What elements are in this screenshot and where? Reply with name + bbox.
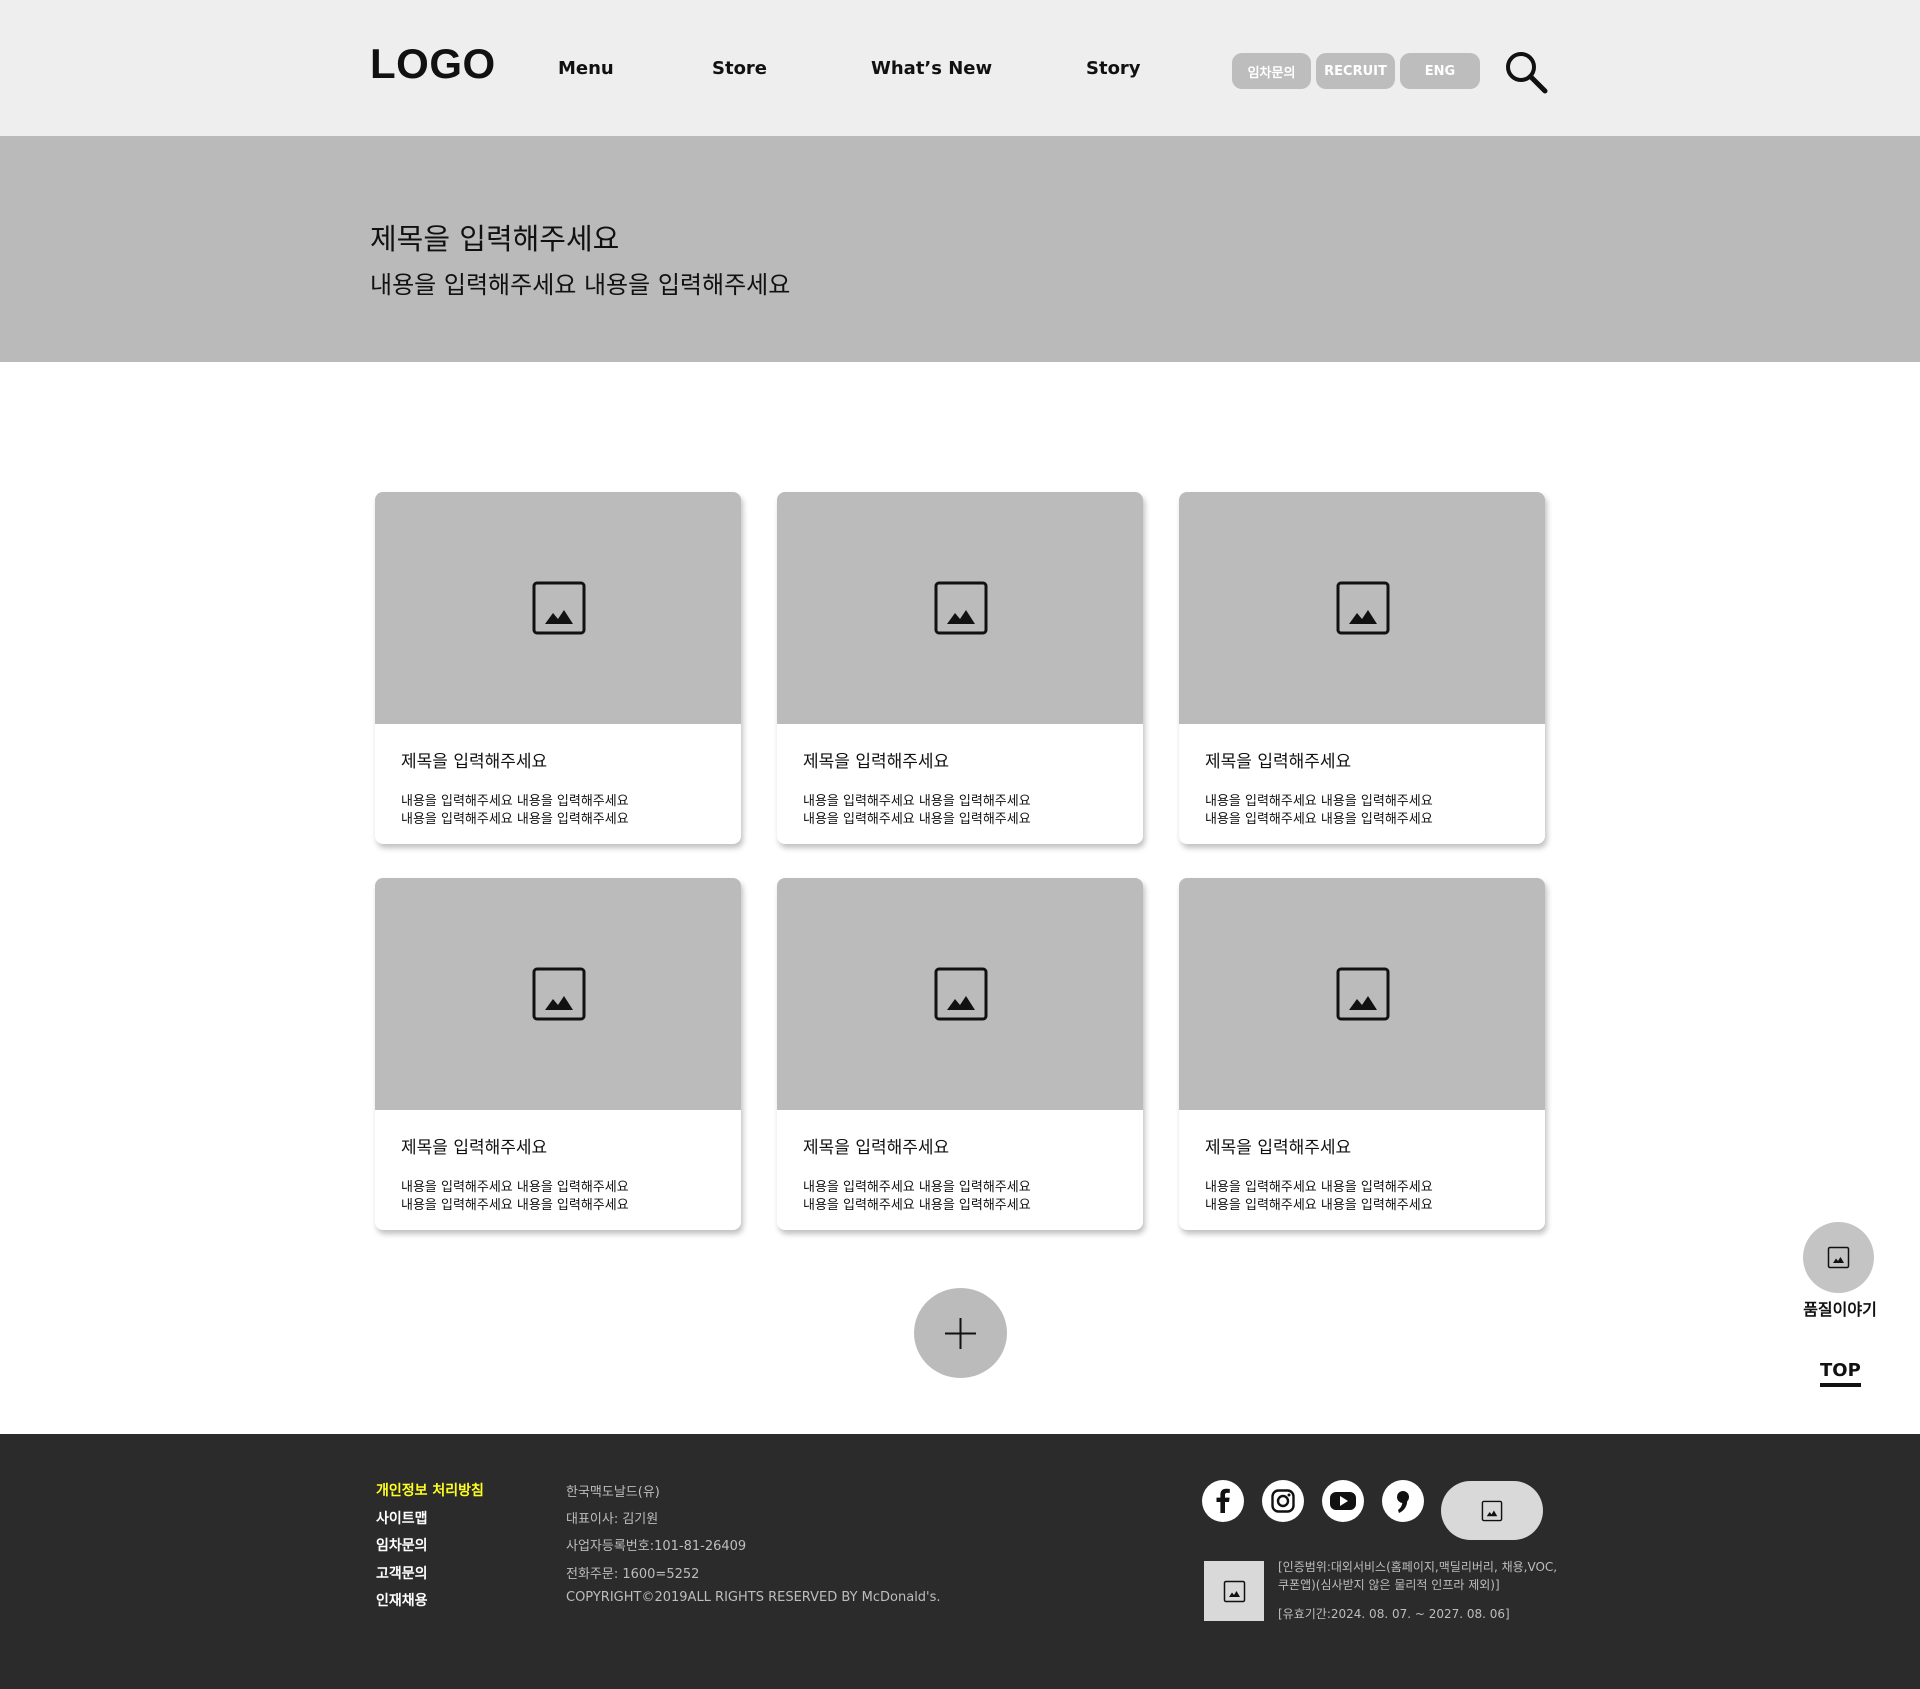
certification-badge-button[interactable] bbox=[1441, 1481, 1543, 1540]
content-card[interactable]: 제목을 입력해주세요 내용을 입력해주세요 내용을 입력해주세요 내용을 입력해주… bbox=[375, 878, 741, 1230]
youtube-icon[interactable] bbox=[1322, 1480, 1364, 1522]
content-card[interactable]: 제목을 입력해주세요 내용을 입력해주세요 내용을 입력해주세요 내용을 입력해주… bbox=[1179, 878, 1545, 1230]
nav-item-menu[interactable]: Menu bbox=[558, 58, 614, 79]
card-title: 제목을 입력해주세요 bbox=[401, 752, 548, 772]
nav-item-store[interactable]: Store bbox=[712, 58, 767, 79]
card-image-placeholder bbox=[777, 878, 1143, 1110]
card-title: 제목을 입력해주세요 bbox=[803, 752, 950, 772]
image-icon bbox=[1827, 1246, 1850, 1269]
company-name: 한국맥도날드(유) bbox=[566, 1485, 660, 1500]
search-icon[interactable] bbox=[1504, 50, 1548, 94]
image-icon bbox=[532, 581, 586, 635]
card-image-placeholder bbox=[375, 878, 741, 1110]
certification-scope-line2: 쿠폰앱)(심사받지 않은 물리적 인프라 제외)] bbox=[1278, 1578, 1500, 1592]
card-description: 내용을 입력해주세요 내용을 입력해주세요 내용을 입력해주세요 내용을 입력해주… bbox=[803, 794, 1031, 827]
footer-link-privacy[interactable]: 개인정보 처리방침 bbox=[376, 1480, 484, 1500]
quality-story-label[interactable]: 품질이야기 bbox=[1790, 1296, 1890, 1320]
lease-inquiry-button[interactable]: 임차문의 bbox=[1232, 53, 1311, 89]
image-icon bbox=[1336, 967, 1390, 1021]
image-icon bbox=[1336, 581, 1390, 635]
card-description: 내용을 입력해주세요 내용을 입력해주세요 내용을 입력해주세요 내용을 입력해주… bbox=[803, 1180, 1031, 1213]
image-icon bbox=[532, 967, 586, 1021]
business-number: 사업자등록번호:101-81-26409 bbox=[566, 1539, 747, 1554]
card-description: 내용을 입력해주세요 내용을 입력해주세요 내용을 입력해주세요 내용을 입력해주… bbox=[1205, 794, 1433, 827]
quality-story-button[interactable] bbox=[1803, 1222, 1874, 1293]
image-icon bbox=[1223, 1580, 1245, 1602]
card-description: 내용을 입력해주세요 내용을 입력해주세요 내용을 입력해주세요 내용을 입력해주… bbox=[401, 794, 629, 827]
card-title: 제목을 입력해주세요 bbox=[803, 1138, 950, 1158]
phone-order: 전화주문: 1600=5252 bbox=[566, 1567, 700, 1582]
image-icon bbox=[934, 967, 988, 1021]
card-title: 제목을 입력해주세요 bbox=[1205, 752, 1352, 772]
card-description: 내용을 입력해주세요 내용을 입력해주세요 내용을 입력해주세요 내용을 입력해주… bbox=[401, 1180, 629, 1213]
load-more-button[interactable] bbox=[914, 1288, 1007, 1378]
card-image-placeholder bbox=[1179, 492, 1545, 724]
card-image-placeholder bbox=[375, 492, 741, 724]
instagram-icon[interactable] bbox=[1262, 1480, 1304, 1522]
hero-subtitle: 내용을 입력해주세요 내용을 입력해주세요 bbox=[370, 271, 791, 299]
logo[interactable]: LOGO bbox=[370, 40, 496, 88]
facebook-icon[interactable] bbox=[1202, 1480, 1244, 1522]
plus-icon bbox=[945, 1318, 976, 1349]
site-footer: 개인정보 처리방침 사이트맵 임차문의 고객문의 인재채용 한국맥도날드(유) … bbox=[0, 1434, 1920, 1689]
scroll-top-button[interactable]: TOP bbox=[1820, 1360, 1861, 1387]
footer-link-recruit[interactable]: 인재채용 bbox=[376, 1590, 428, 1610]
certification-mark bbox=[1204, 1561, 1264, 1621]
site-header: LOGO Menu Store What’s New Story 임차문의 RE… bbox=[0, 0, 1920, 136]
certification-period: [유효기간:2024. 08. 07. ~ 2027. 08. 06] bbox=[1278, 1607, 1510, 1621]
footer-link-lease-inquiry[interactable]: 임차문의 bbox=[376, 1535, 428, 1555]
card-image-placeholder bbox=[1179, 878, 1545, 1110]
card-description: 내용을 입력해주세요 내용을 입력해주세요 내용을 입력해주세요 내용을 입력해주… bbox=[1205, 1180, 1433, 1213]
image-icon bbox=[1481, 1500, 1503, 1521]
content-card[interactable]: 제목을 입력해주세요 내용을 입력해주세요 내용을 입력해주세요 내용을 입력해주… bbox=[375, 492, 741, 844]
nav-item-whats-new[interactable]: What’s New bbox=[871, 58, 992, 79]
certification-scope-line1: [인증범위:대외서비스(홈페이지,맥딜리버리, 채용,VOC, bbox=[1278, 1560, 1558, 1574]
hero-banner: 제목을 입력해주세요 내용을 입력해주세요 내용을 입력해주세요 bbox=[0, 136, 1920, 362]
recruit-button[interactable]: RECRUIT bbox=[1316, 53, 1395, 89]
blog-icon[interactable] bbox=[1382, 1480, 1424, 1522]
card-title: 제목을 입력해주세요 bbox=[1205, 1138, 1352, 1158]
hero-title: 제목을 입력해주세요 bbox=[370, 222, 620, 256]
card-title: 제목을 입력해주세요 bbox=[401, 1138, 548, 1158]
content-card[interactable]: 제목을 입력해주세요 내용을 입력해주세요 내용을 입력해주세요 내용을 입력해주… bbox=[777, 492, 1143, 844]
content-card[interactable]: 제목을 입력해주세요 내용을 입력해주세요 내용을 입력해주세요 내용을 입력해주… bbox=[777, 878, 1143, 1230]
footer-link-customer-inquiry[interactable]: 고객문의 bbox=[376, 1563, 428, 1583]
card-image-placeholder bbox=[777, 492, 1143, 724]
footer-link-sitemap[interactable]: 사이트맵 bbox=[376, 1508, 428, 1528]
ceo-name: 대표이사: 김기원 bbox=[566, 1512, 659, 1527]
language-eng-button[interactable]: ENG bbox=[1400, 53, 1480, 89]
copyright: COPYRIGHT©2019ALL RIGHTS RESERVED BY McD… bbox=[566, 1590, 941, 1605]
image-icon bbox=[934, 581, 988, 635]
content-card[interactable]: 제목을 입력해주세요 내용을 입력해주세요 내용을 입력해주세요 내용을 입력해주… bbox=[1179, 492, 1545, 844]
nav-item-story[interactable]: Story bbox=[1086, 58, 1141, 79]
